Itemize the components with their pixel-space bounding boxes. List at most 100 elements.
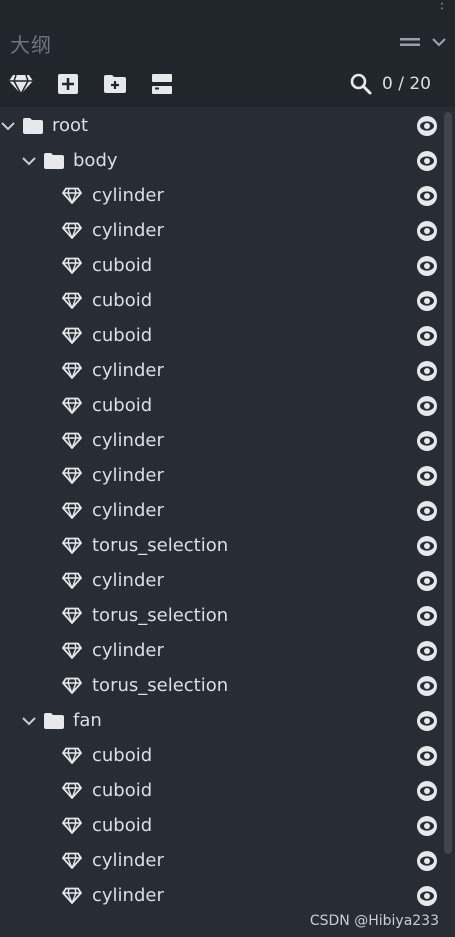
visibility-eye-icon[interactable] bbox=[416, 220, 438, 242]
gem-icon bbox=[62, 327, 82, 344]
chevron-down-icon[interactable] bbox=[0, 118, 16, 134]
visibility-eye-icon[interactable] bbox=[416, 535, 438, 557]
gem-icon bbox=[62, 502, 82, 519]
tree-item-label: cuboid bbox=[92, 745, 153, 766]
visibility-eye-icon[interactable] bbox=[416, 640, 438, 662]
visibility-eye-icon[interactable] bbox=[416, 115, 438, 137]
match-counter: 0 / 20 bbox=[382, 74, 431, 94]
tree-item-label: cuboid bbox=[92, 815, 153, 836]
tree-folder-row[interactable]: root bbox=[0, 108, 445, 143]
tree-item-label: cylinder bbox=[92, 850, 164, 871]
gem-icon bbox=[62, 607, 82, 624]
add-group-button[interactable] bbox=[100, 69, 130, 99]
tree-item-row[interactable]: cylinder bbox=[0, 493, 445, 528]
visibility-eye-icon[interactable] bbox=[416, 500, 438, 522]
outliner-tree: root body cylinder cylinder cuboid cuboid cubo… bbox=[0, 107, 455, 937]
split-icon bbox=[152, 74, 172, 94]
tree-item-row[interactable]: cuboid bbox=[0, 283, 445, 318]
visibility-eye-icon[interactable] bbox=[416, 325, 438, 347]
tree-item-row[interactable]: cylinder bbox=[0, 843, 445, 878]
tree-item-row[interactable]: cuboid bbox=[0, 808, 445, 843]
gem-icon bbox=[62, 467, 82, 484]
visibility-eye-icon[interactable] bbox=[416, 255, 438, 277]
plus-square-icon bbox=[58, 74, 78, 94]
tree-item-row[interactable]: torus_selection bbox=[0, 598, 445, 633]
vertical-scrollbar[interactable] bbox=[444, 112, 452, 854]
gem-icon bbox=[62, 677, 82, 694]
tree-item-row[interactable]: cylinder bbox=[0, 633, 445, 668]
tree-item-row[interactable]: cylinder bbox=[0, 458, 445, 493]
gem-icon bbox=[62, 257, 82, 274]
visibility-eye-icon[interactable] bbox=[416, 465, 438, 487]
visibility-eye-icon[interactable] bbox=[416, 885, 438, 907]
tree-item-row[interactable]: cylinder bbox=[0, 423, 445, 458]
tree-item-row[interactable]: cylinder bbox=[0, 353, 445, 388]
visibility-eye-icon[interactable] bbox=[416, 360, 438, 382]
visibility-eye-icon[interactable] bbox=[416, 745, 438, 767]
chevron-down-icon[interactable] bbox=[21, 713, 37, 729]
tree-item-row[interactable]: cuboid bbox=[0, 773, 445, 808]
outliner-toolbar: 0 / 20 bbox=[0, 62, 455, 106]
more-options-icon[interactable]: ⋮ bbox=[435, 0, 449, 12]
tree-item-label: cylinder bbox=[92, 885, 164, 906]
gem-icon bbox=[62, 432, 82, 449]
add-element-button[interactable] bbox=[53, 69, 83, 99]
add-mesh-button[interactable] bbox=[6, 69, 36, 99]
chevron-down-icon[interactable] bbox=[431, 34, 447, 53]
tree-item-label: cylinder bbox=[92, 500, 164, 521]
visibility-eye-icon[interactable] bbox=[416, 290, 438, 312]
tree-item-row[interactable]: cylinder bbox=[0, 178, 445, 213]
tree-item-label: fan bbox=[73, 710, 102, 731]
tree-item-row[interactable]: cuboid bbox=[0, 388, 445, 423]
visibility-eye-icon[interactable] bbox=[416, 675, 438, 697]
tree-item-label: cylinder bbox=[92, 360, 164, 381]
visibility-eye-icon[interactable] bbox=[416, 185, 438, 207]
visibility-eye-icon[interactable] bbox=[416, 815, 438, 837]
gem-icon bbox=[62, 887, 82, 904]
tree-item-label: torus_selection bbox=[92, 675, 229, 696]
gem-icon bbox=[62, 642, 82, 659]
tree-item-label: cuboid bbox=[92, 325, 153, 346]
search-icon bbox=[350, 73, 372, 95]
chevron-down-icon[interactable] bbox=[21, 153, 37, 169]
tree-item-label: body bbox=[73, 150, 118, 171]
search-button[interactable] bbox=[346, 69, 376, 99]
tree-item-row[interactable]: cuboid bbox=[0, 318, 445, 353]
visibility-eye-icon[interactable] bbox=[416, 570, 438, 592]
tree-item-label: cuboid bbox=[92, 290, 153, 311]
gem-icon bbox=[62, 222, 82, 239]
gem-icon bbox=[9, 74, 33, 95]
visibility-eye-icon[interactable] bbox=[416, 605, 438, 627]
gem-icon bbox=[62, 852, 82, 869]
gem-icon bbox=[62, 397, 82, 414]
tree-item-row[interactable]: torus_selection bbox=[0, 668, 445, 703]
gem-icon bbox=[62, 187, 82, 204]
tree-item-label: cylinder bbox=[92, 570, 164, 591]
visibility-eye-icon[interactable] bbox=[416, 395, 438, 417]
tree-item-row[interactable]: cuboid bbox=[0, 248, 445, 283]
menu-icon[interactable] bbox=[399, 34, 421, 53]
visibility-eye-icon[interactable] bbox=[416, 780, 438, 802]
tree-item-row[interactable]: cylinder bbox=[0, 213, 445, 248]
tree-folder-row[interactable]: fan bbox=[0, 703, 445, 738]
folder-icon bbox=[43, 712, 65, 730]
watermark: CSDN @Hibiya233 bbox=[309, 913, 439, 929]
gem-icon bbox=[62, 747, 82, 764]
folder-icon bbox=[43, 152, 65, 170]
visibility-eye-icon[interactable] bbox=[416, 710, 438, 732]
panel-header: 大纲 bbox=[0, 24, 455, 62]
tree-item-row[interactable]: cuboid bbox=[0, 738, 445, 773]
tree-item-row[interactable]: torus_selection bbox=[0, 528, 445, 563]
visibility-eye-icon[interactable] bbox=[416, 430, 438, 452]
gem-icon bbox=[62, 292, 82, 309]
visibility-eye-icon[interactable] bbox=[416, 850, 438, 872]
tree-item-row[interactable]: cylinder bbox=[0, 878, 445, 913]
gem-icon bbox=[62, 817, 82, 834]
tree-folder-row[interactable]: body bbox=[0, 143, 445, 178]
tree-item-row[interactable]: cylinder bbox=[0, 563, 445, 598]
visibility-eye-icon[interactable] bbox=[416, 150, 438, 172]
gem-icon bbox=[62, 537, 82, 554]
tree-item-label: cylinder bbox=[92, 465, 164, 486]
sort-button[interactable] bbox=[147, 69, 177, 99]
tree-item-label: cuboid bbox=[92, 780, 153, 801]
